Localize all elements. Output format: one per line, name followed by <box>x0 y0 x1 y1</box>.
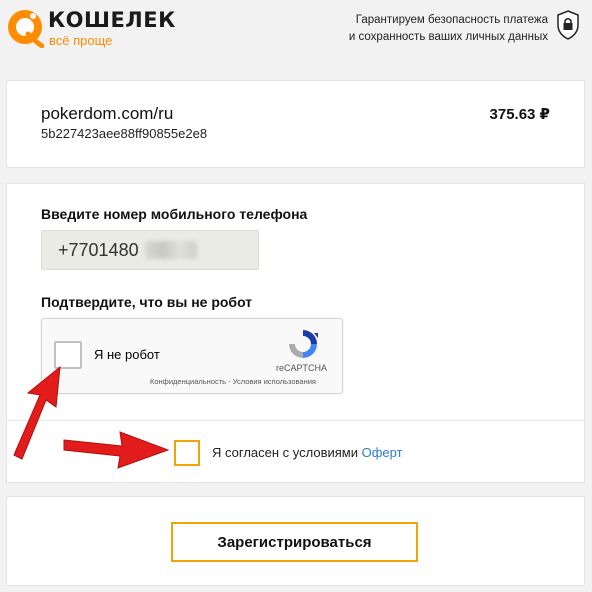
merchant-card: pokerdom.com/ru 5b227423aee88ff90855e2e8… <box>6 80 585 168</box>
merchant-name: pokerdom.com/ru <box>41 104 174 123</box>
guarantee-line-1: Гарантируем безопасность платежа <box>355 14 548 26</box>
order-id: 5b227423aee88ff90855e2e8 <box>41 126 208 141</box>
header: КОШЕЛЕК всё проще Гарантируем безопаснос… <box>0 0 592 60</box>
recaptcha-label: Я не робот <box>94 347 160 362</box>
recaptcha-brand: reCAPTCHA <box>276 363 328 373</box>
security-guarantee-text: Гарантируем безопасность платежа и сохра… <box>318 12 548 46</box>
recaptcha-links[interactable]: Конфиденциальность - Условия использован… <box>150 377 316 386</box>
arrow-annotation-icon <box>63 431 170 469</box>
phone-value: +7701480 <box>58 240 139 260</box>
logo-tagline: всё проще <box>49 33 113 48</box>
phone-input[interactable]: +7701480 <box>41 230 259 270</box>
recaptcha-logo-icon <box>289 330 318 358</box>
phone-redaction <box>145 241 197 259</box>
register-button[interactable]: Зарегистрироваться <box>171 522 418 562</box>
logo[interactable]: КОШЕЛЕК всё проще <box>6 6 175 52</box>
agree-checkbox[interactable] <box>174 440 200 466</box>
offer-link[interactable]: Оферт <box>362 445 403 460</box>
payment-amount: 375.63 ₽ <box>489 106 550 123</box>
shield-lock-icon <box>557 10 579 40</box>
agree-label: Я согласен с условиями Оферт <box>212 445 403 460</box>
robot-check-label: Подтвердите, что вы не робот <box>41 294 253 310</box>
guarantee-line-2: и сохранность ваших личных данных <box>348 31 548 43</box>
recaptcha-widget: Я не робот reCAPTCHA Конфиденциальность … <box>41 318 343 394</box>
qiwi-logo-icon <box>8 10 44 48</box>
phone-label: Введите номер мобильного телефона <box>41 206 308 222</box>
submit-card: Зарегистрироваться <box>6 496 585 586</box>
logo-title: КОШЕЛЕК <box>48 8 176 32</box>
agree-text: Я согласен с условиями <box>212 445 362 460</box>
